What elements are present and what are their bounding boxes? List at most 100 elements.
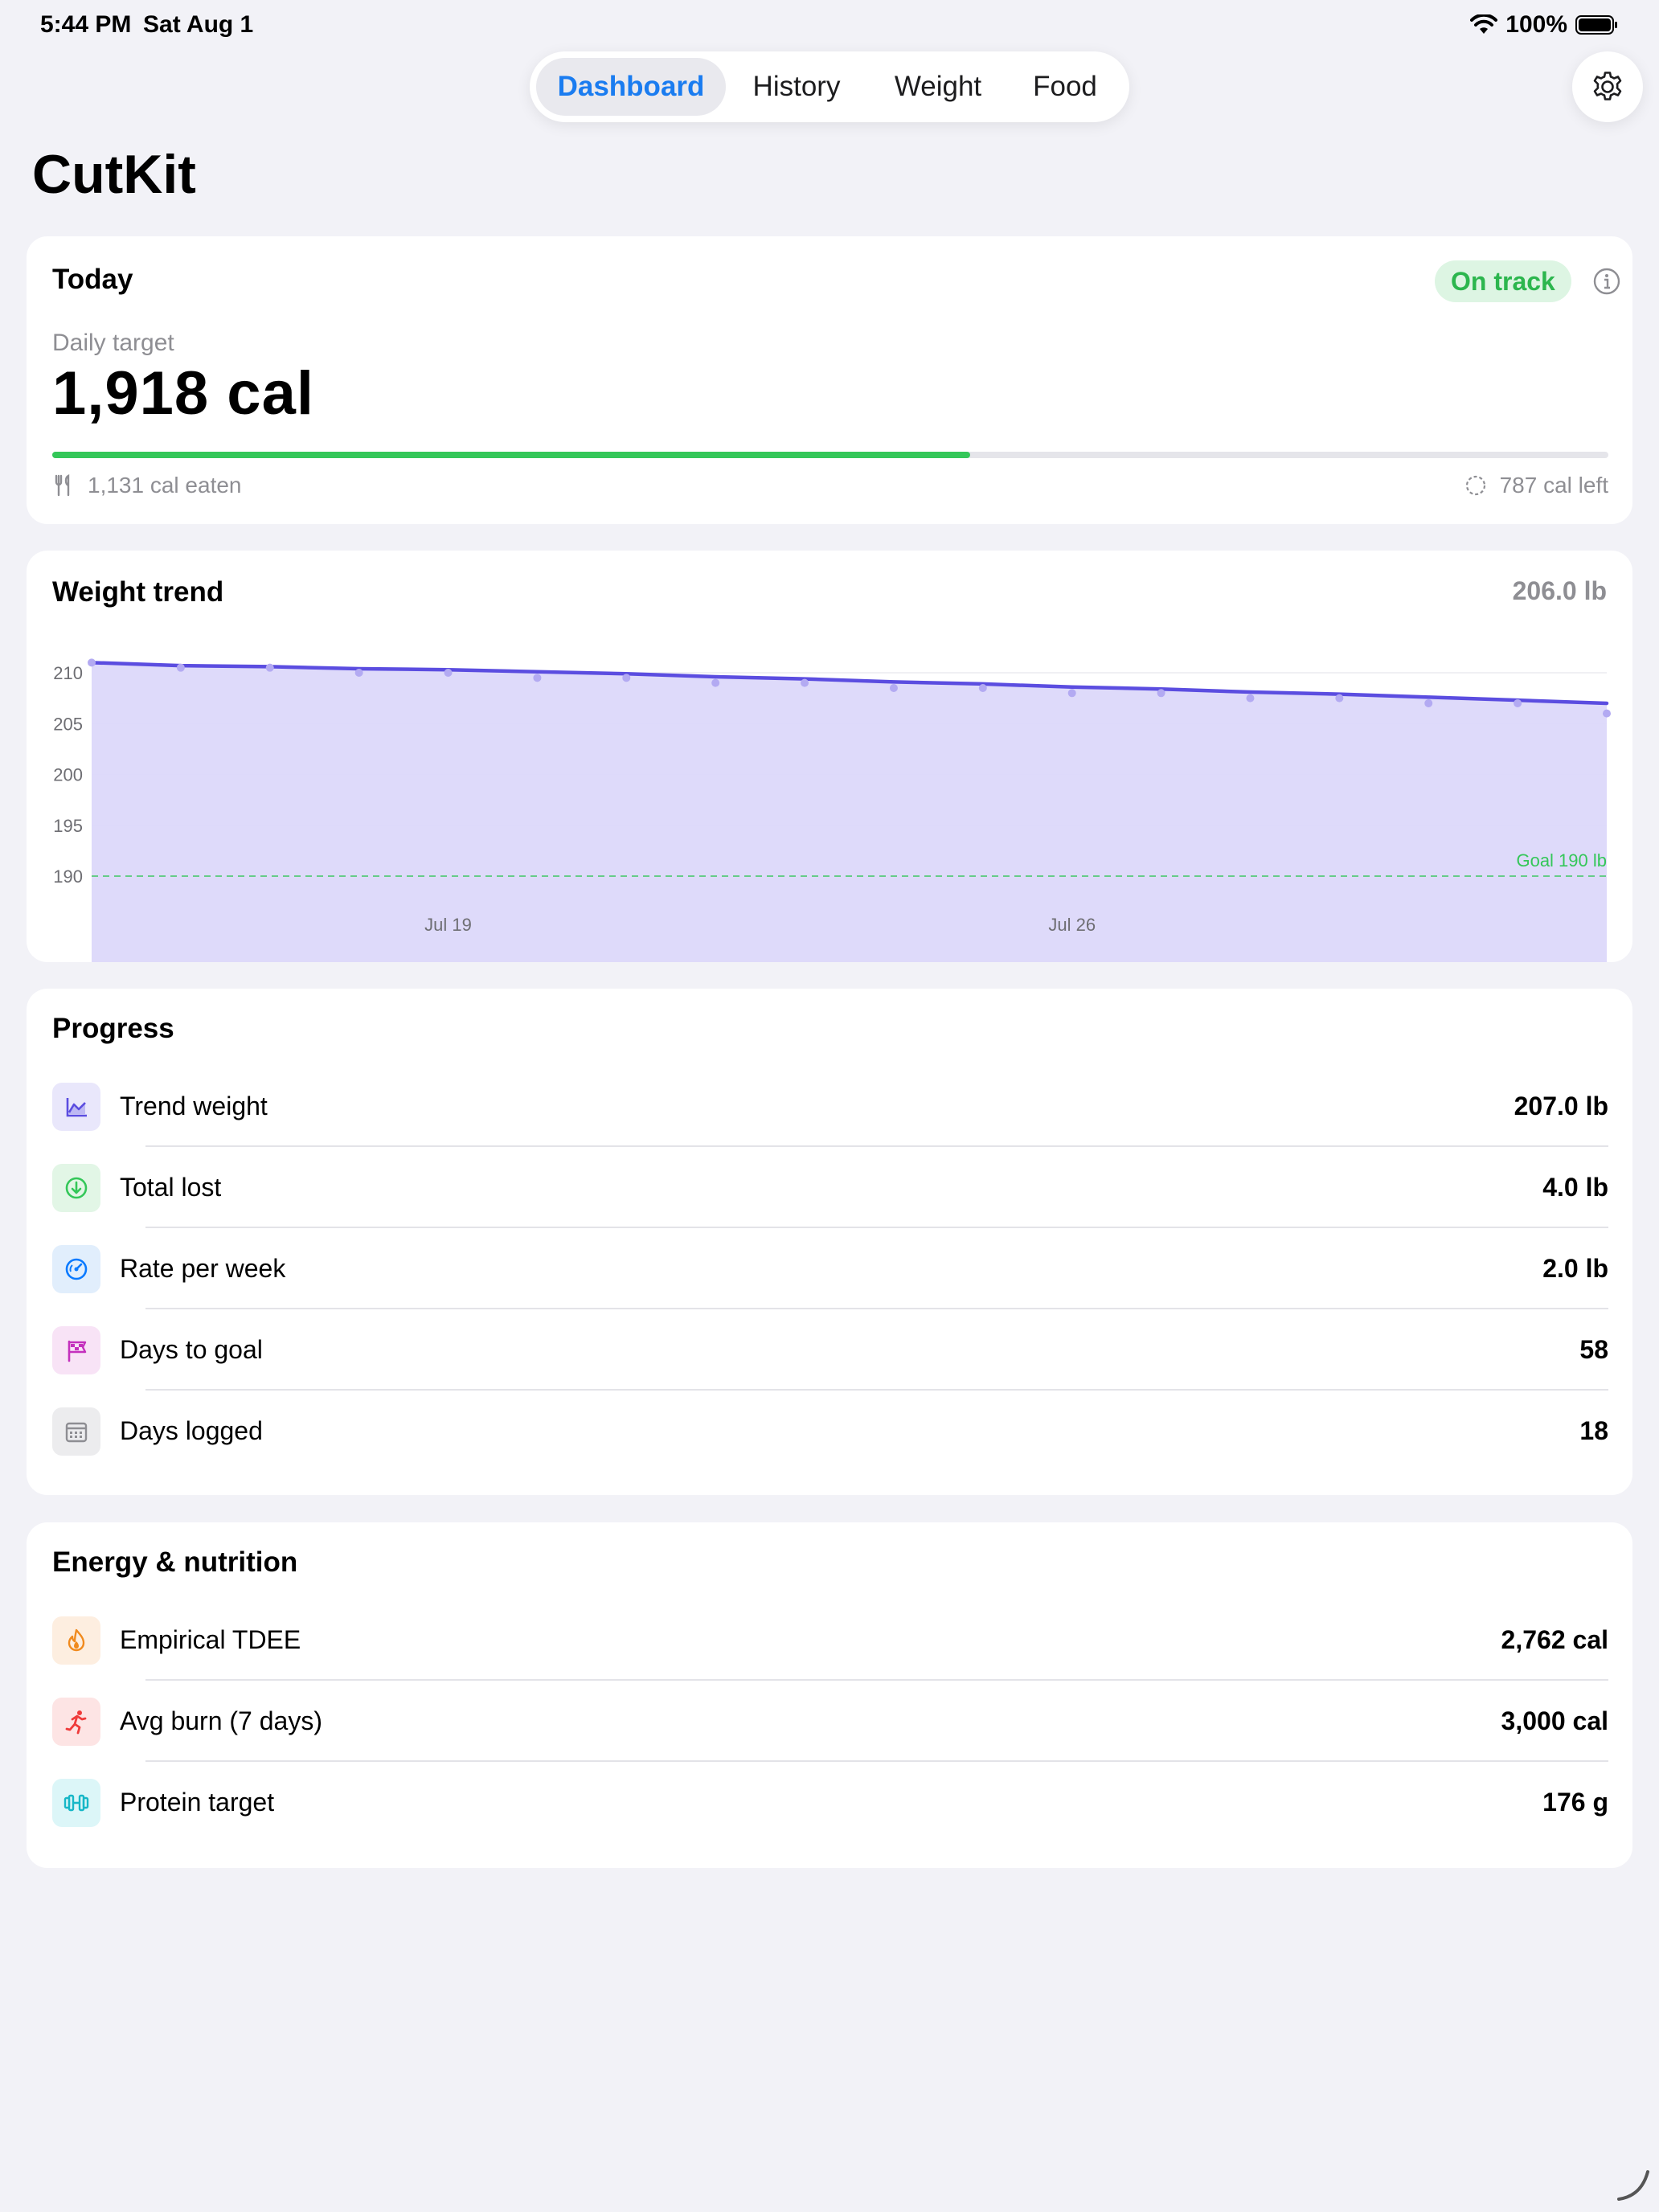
dashed-circle-icon <box>1465 475 1485 496</box>
row-label: Avg burn (7 days) <box>120 1706 322 1735</box>
row-label: Days logged <box>120 1416 263 1445</box>
remaining-info: 787 cal left <box>1464 473 1608 498</box>
dumbbell-icon <box>63 1794 89 1811</box>
weight-point <box>1603 709 1611 718</box>
battery-icon <box>1575 15 1617 35</box>
energy-nutrition-card: Energy & nutrition Empirical TDEE 2,762 … <box>27 1522 1632 1868</box>
row-value: 58 <box>1579 1335 1608 1364</box>
fork-knife-icon <box>55 474 70 497</box>
remaining-text: 787 cal left <box>1499 473 1608 498</box>
today-card: Today On track Daily target 1,918 cal 1,… <box>27 236 1632 524</box>
status-indicators: 100% <box>1470 11 1619 39</box>
y-tick-label: 210 <box>53 663 83 683</box>
weight-trend-heading: Weight trend <box>52 576 224 608</box>
energy-heading: Energy & nutrition <box>52 1546 298 1578</box>
flame-icon-badge <box>52 1616 100 1665</box>
tab-history[interactable]: History <box>726 58 867 116</box>
resize-handle-icon <box>1617 2170 1649 2201</box>
info-icon[interactable] <box>1592 267 1621 296</box>
y-tick-label: 190 <box>53 866 83 887</box>
flag-checkered-icon <box>68 1340 87 1362</box>
status-time: 5:44 PM <box>40 11 132 38</box>
x-tick-label: Jul 26 <box>1048 915 1096 935</box>
row-value: 207.0 lb <box>1514 1092 1608 1120</box>
row-value: 4.0 lb <box>1542 1173 1608 1202</box>
calorie-progress-bar <box>52 452 1608 458</box>
row-avg-burn-7-days: Avg burn (7 days) 3,000 cal <box>52 1681 1608 1762</box>
weight-point <box>978 683 987 692</box>
row-total-lost: Total lost 4.0 lb <box>52 1147 1608 1228</box>
gauge-icon <box>65 1258 88 1280</box>
calorie-progress-fill <box>52 452 971 458</box>
battery-percent: 100% <box>1505 11 1567 38</box>
row-label: Days to goal <box>120 1335 263 1364</box>
gear-icon <box>1593 72 1622 100</box>
row-label: Total lost <box>120 1173 222 1202</box>
current-weight: 206.0 lb <box>1512 576 1607 605</box>
weight-point <box>444 669 453 677</box>
row-label: Protein target <box>120 1788 275 1817</box>
running-figure-icon <box>65 1710 87 1734</box>
progress-card: Progress Trend weight 207.0 lb Total los… <box>27 989 1632 1495</box>
y-tick-label: 205 <box>53 714 83 734</box>
weight-point <box>889 683 898 692</box>
row-value: 18 <box>1579 1416 1608 1445</box>
row-value: 3,000 cal <box>1501 1706 1608 1735</box>
row-value: 176 g <box>1542 1788 1608 1817</box>
chart-line-icon <box>66 1097 87 1116</box>
dumbbell-icon-badge <box>52 1778 100 1827</box>
row-protein-target: Protein target 176 g <box>52 1762 1608 1843</box>
weight-trend-card: 210 205 200 195 190 Jul 19 Jul 26 Goal 190 lb W… <box>27 551 1632 962</box>
running-figure-icon-badge <box>52 1697 100 1746</box>
tab-weight[interactable]: Weight <box>867 58 1009 116</box>
arrow-down-circle-icon-badge <box>52 1163 100 1212</box>
eaten-info: 1,131 cal eaten <box>52 473 242 498</box>
x-tick-label: Jul 19 <box>424 915 472 935</box>
weight-point <box>176 663 185 672</box>
tab-food[interactable]: Food <box>1009 58 1121 116</box>
status-date: Sat Aug 1 <box>143 11 254 38</box>
row-label: Trend weight <box>120 1092 268 1120</box>
weight-point <box>711 678 720 687</box>
row-label: Rate per week <box>120 1254 286 1283</box>
row-days-to-goal: Days to goal 58 <box>52 1309 1608 1391</box>
row-value: 2.0 lb <box>1542 1254 1608 1283</box>
y-tick-label: 200 <box>53 765 83 785</box>
tab-dashboard[interactable]: Dashboard <box>536 58 726 116</box>
eaten-text: 1,131 cal eaten <box>88 473 242 498</box>
status-bar: 5:44 PM Sat Aug 1 100% <box>0 0 1659 51</box>
flame-icon <box>68 1628 85 1651</box>
row-trend-weight: Trend weight 207.0 lb <box>52 1066 1608 1147</box>
daily-target-label: Daily target <box>52 330 174 356</box>
weight-point <box>1246 694 1255 703</box>
gauge-icon-badge <box>52 1244 100 1293</box>
row-label: Empirical TDEE <box>120 1625 301 1654</box>
segmented-nav: Dashboard History Weight Food <box>530 51 1129 122</box>
weight-point <box>622 674 631 682</box>
weight-point <box>801 678 809 687</box>
weight-point <box>354 669 363 677</box>
status-badge: On track <box>1435 260 1571 302</box>
app-title: CutKit <box>32 144 196 205</box>
trend-area <box>92 662 1607 962</box>
weight-chart: 210 205 200 195 190 Jul 19 Jul 26 Goal 190 lb <box>53 658 1611 962</box>
daily-target-value: 1,918 cal <box>52 359 314 428</box>
row-empirical-tdee: Empirical TDEE 2,762 cal <box>52 1600 1608 1681</box>
weight-point <box>1067 689 1076 698</box>
chart-line-icon-badge <box>52 1082 100 1131</box>
wifi-icon <box>1470 14 1498 34</box>
weight-point <box>533 674 542 682</box>
row-rate-per-week: Rate per week 2.0 lb <box>52 1228 1608 1309</box>
arrow-down-circle-icon <box>65 1177 88 1198</box>
calendar-icon-badge <box>52 1407 100 1456</box>
row-days-logged: Days logged 18 <box>52 1391 1608 1472</box>
settings-button[interactable] <box>1572 51 1643 122</box>
flag-checkered-icon-badge <box>52 1325 100 1374</box>
weight-point <box>1424 698 1433 707</box>
calendar-icon <box>65 1422 88 1442</box>
weight-point <box>88 658 96 667</box>
today-heading: Today <box>52 264 133 295</box>
weight-point <box>1335 694 1344 703</box>
row-value: 2,762 cal <box>1501 1625 1608 1654</box>
weight-point <box>1157 689 1165 698</box>
